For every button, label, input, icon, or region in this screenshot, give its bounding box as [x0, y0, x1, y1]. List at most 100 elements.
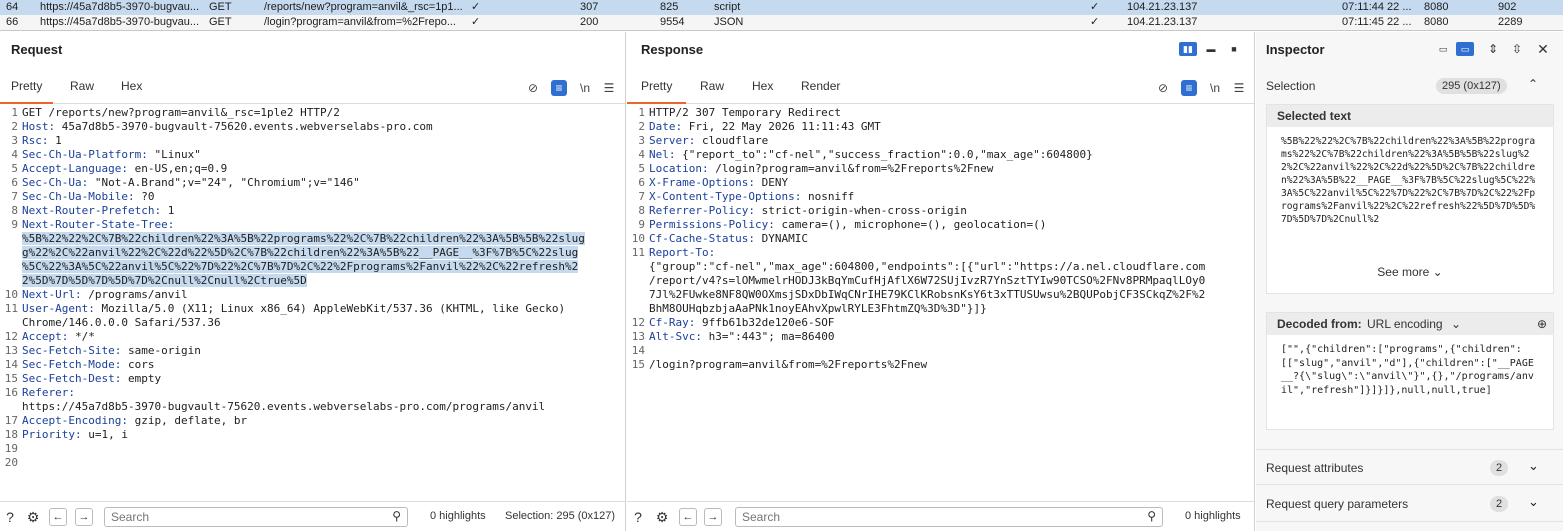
tab-raw[interactable]: Raw — [700, 76, 724, 104]
request-attributes-section[interactable]: Request attributes 2 ⌄ — [1256, 449, 1563, 485]
split-horizontal-icon[interactable]: ▮▮ — [1179, 42, 1197, 56]
code-line: 20 — [0, 456, 625, 470]
line-text: {"group":"cf-nel","max_age":604800,"endp… — [649, 260, 1205, 274]
line-text: Report-To: — [649, 246, 715, 260]
forward-arrow-icon[interactable]: → — [704, 508, 722, 526]
search-field[interactable]: ⚲ — [104, 507, 408, 527]
code-line: 1 GET /reports/new?program=anvil&_rsc=1pl… — [0, 106, 625, 120]
response-editor[interactable]: 1 HTTP/2 307 Temporary Redirect 2 Date: Fri… — [627, 106, 1254, 372]
selection-label: Selection — [1266, 79, 1316, 93]
line-number: 17 — [4, 414, 18, 427]
wrap-lines-icon[interactable]: ≡ — [551, 80, 567, 96]
selection-row[interactable]: Selection — [1266, 79, 1553, 93]
help-icon[interactable]: ? — [1, 508, 19, 526]
tab-hex[interactable]: Hex — [121, 76, 142, 104]
chevron-down-icon: ⌄ — [1528, 458, 1539, 473]
wrap-lines-icon[interactable]: ≡ — [1181, 80, 1197, 96]
header-name: Date: — [649, 120, 683, 133]
help-icon[interactable]: ? — [629, 508, 647, 526]
code-line: 2 Host: 45a7d8b5-3970-bugvault-75620.even… — [0, 120, 625, 134]
selection-info: Selection: 295 (0x127) — [505, 510, 616, 522]
decoded-card: Decoded from: URL encoding ⌄ ⊕ ["",{"chi… — [1266, 312, 1554, 430]
add-icon[interactable]: ⊕ — [1537, 313, 1547, 335]
highlights-count: 0 highlights — [430, 510, 486, 522]
header-name: Referer: — [22, 386, 75, 399]
forward-arrow-icon[interactable]: → — [75, 508, 93, 526]
history-cell-rtt: 902 — [1498, 1, 1517, 13]
proxy-history-table: 64 https://45a7d8b5-3970-bugvau... GET /… — [0, 0, 1563, 31]
back-arrow-icon[interactable]: ← — [49, 508, 67, 526]
line-number: 12 — [4, 330, 18, 343]
split-vertical-icon[interactable]: ▬ — [1202, 42, 1220, 56]
tab-pretty[interactable]: Pretty — [627, 76, 687, 104]
tab-render[interactable]: Render — [801, 76, 840, 104]
tab-hex[interactable]: Hex — [752, 76, 773, 104]
close-icon[interactable]: ✕ — [1534, 42, 1552, 56]
header-value: {"report_to":"cf-nel","success_fraction"… — [675, 148, 1093, 161]
see-more-button[interactable]: See more ⌄ — [1267, 265, 1553, 279]
line-number: 2 — [11, 120, 18, 133]
code-line: 12 Accept: */* — [0, 330, 625, 344]
code-line: 16 Referer: — [0, 386, 625, 400]
history-cell-status: 307 — [580, 1, 599, 13]
newline-icon[interactable]: \n — [577, 80, 593, 96]
line-number: 19 — [4, 442, 18, 455]
code-line: %5C%22%3A%5C%22anvil%5C%22%7D%22%2C%7B%7… — [0, 260, 625, 274]
tab-raw[interactable]: Raw — [70, 76, 94, 104]
header-value: DENY — [754, 176, 789, 189]
header-name: Cf-Cache-Status: — [649, 232, 755, 245]
hide-eye-icon[interactable]: ⊘ — [1155, 80, 1171, 96]
chevron-down-icon[interactable]: ⌄ — [1451, 313, 1461, 335]
decoded-from-label: Decoded from: — [1277, 317, 1362, 331]
search-field[interactable]: ⚲ — [735, 507, 1163, 527]
newline-icon[interactable]: \n — [1207, 80, 1223, 96]
line-text: Date: Fri, 22 May 2026 11:11:43 GMT — [649, 120, 881, 134]
decoded-header: Decoded from: URL encoding ⌄ ⊕ — [1267, 313, 1553, 335]
code-line: 17 Accept-Encoding: gzip, deflate, br — [0, 414, 625, 428]
line-number: 12 — [631, 316, 645, 329]
history-cell-time: 07:11:44 22 ... — [1342, 1, 1412, 13]
menu-icon[interactable]: ☰ — [601, 80, 617, 96]
line-number: 8 — [638, 204, 645, 217]
history-row-selected[interactable]: 64 https://45a7d8b5-3970-bugvau... GET /… — [0, 0, 1563, 15]
line-number: 15 — [631, 358, 645, 371]
chevron-up-icon[interactable]: ⌃ — [1528, 77, 1538, 91]
line-text: Cf-Cache-Status: DYNAMIC — [649, 232, 808, 246]
gear-icon[interactable]: ⚙ — [24, 508, 42, 526]
collapse-icon[interactable]: ⇳ — [1508, 42, 1526, 56]
decoding-select[interactable]: URL encoding — [1367, 313, 1443, 335]
code-line: %5B%22%22%2C%7B%22children%22%3A%5B%22pr… — [0, 232, 625, 246]
hide-eye-icon[interactable]: ⊘ — [525, 80, 541, 96]
menu-icon[interactable]: ☰ — [1231, 80, 1247, 96]
request-query-section[interactable]: Request query parameters 2 ⌄ — [1256, 486, 1563, 522]
tab-pretty[interactable]: Pretty — [0, 76, 54, 104]
layout-left-icon[interactable]: ▭ — [1434, 42, 1452, 56]
expand-icon[interactable]: ⇕ — [1484, 42, 1502, 56]
line-text: Next-Router-State-Tree: — [22, 218, 174, 232]
layout-right-icon[interactable]: ▭ — [1456, 42, 1474, 56]
single-view-icon[interactable]: ■ — [1225, 42, 1243, 56]
history-cell-url: https://45a7d8b5-3970-bugvau... — [40, 1, 200, 13]
chevron-down-icon: ⌄ — [1528, 494, 1539, 509]
history-cell-status: 200 — [580, 16, 599, 28]
line-text: 7Jl%2FUwke8NF8QW0OXmsjSDxDbIWqCNrIHE79KC… — [649, 288, 1205, 302]
back-arrow-icon[interactable]: ← — [679, 508, 697, 526]
line-text: Location: /login?program=anvil&from=%2Fr… — [649, 162, 993, 176]
history-row[interactable]: 66 https://45a7d8b5-3970-bugvau... GET /… — [0, 15, 1563, 30]
header-value: */* — [68, 330, 95, 343]
line-number: 16 — [4, 386, 18, 399]
line-text: g%22%2C%22anvil%22%2C%22d%22%5D%2C%7B%22… — [22, 246, 579, 260]
search-input[interactable] — [105, 508, 377, 526]
header-name: Report-To: — [649, 246, 716, 259]
header-value: 1 — [48, 134, 62, 147]
selected-text-value[interactable]: %5B%22%22%2C%7B%22children%22%3A%5B%22pr… — [1267, 127, 1553, 245]
header-value: camera=(), microphone=(), geolocation=() — [774, 218, 1047, 231]
search-input[interactable] — [736, 508, 1120, 526]
request-editor[interactable]: 1 GET /reports/new?program=anvil&_rsc=1pl… — [0, 106, 625, 470]
decoded-text-value[interactable]: ["",{"children":["programs",{"children":… — [1267, 335, 1553, 405]
header-value: /login?program=anvil&from=%2Freports%2Fn… — [649, 358, 928, 371]
header-value: GET /reports/new?program=anvil&_rsc=1ple… — [22, 106, 340, 119]
line-number: 7 — [638, 190, 645, 203]
code-line: 15 Sec-Fetch-Dest: empty — [0, 372, 625, 386]
gear-icon[interactable]: ⚙ — [653, 508, 671, 526]
